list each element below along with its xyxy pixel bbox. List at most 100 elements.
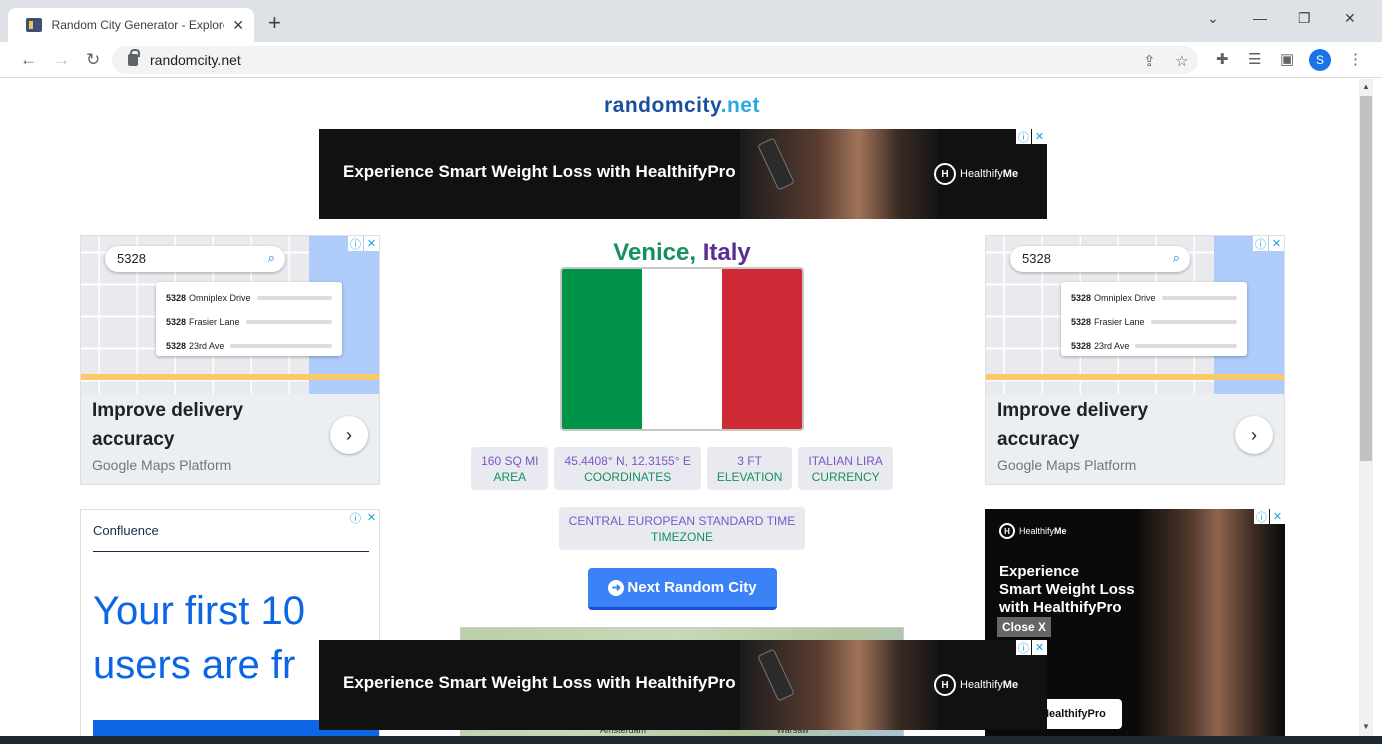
healthifyme-logo: H Healthify Me (999, 523, 1067, 539)
left-maps-ad[interactable]: 5328 ⌕ 5328 Omniplex Drive 5328 Frasier La… (80, 235, 380, 485)
share-icon[interactable]: ⇪ (1143, 52, 1156, 70)
right-maps-ad[interactable]: 5328 ⌕ 5328 Omniplex Drive 5328 Frasier La… (985, 235, 1285, 485)
ad-next-arrow-icon[interactable]: › (1235, 416, 1273, 454)
brand-prefix: Healthify (960, 168, 1003, 180)
ad-info-icon[interactable]: ⓘ (348, 510, 363, 525)
address-bar[interactable]: randomcity.net ⇪ ☆ (112, 46, 1198, 74)
ad-close-icon[interactable]: ✕ (364, 236, 379, 251)
browser-tab[interactable]: Random City Generator - Explore ✕ (8, 8, 254, 42)
suggestion-number: 5328 (166, 341, 187, 351)
stat-label: ELEVATION (716, 470, 783, 484)
list-item: 5328 23rd Ave (1071, 334, 1237, 358)
ad-suggestion-list: 5328 Omniplex Drive 5328 Frasier Lane 5328… (156, 282, 342, 356)
suggestion-number: 5328 (166, 293, 187, 303)
suggestion-street: 23rd Ave (189, 341, 225, 351)
ad-suggestion-list: 5328 Omniplex Drive 5328 Frasier Lane 5328… (1061, 282, 1247, 356)
logo-text-tld: .net (720, 94, 760, 117)
suggestion-street: Omniplex Drive (1094, 293, 1156, 303)
timezone-row: CENTRAL EUROPEAN STANDARD TIME TIMEZONE (460, 507, 904, 550)
os-taskbar (0, 736, 1382, 744)
minimize-button[interactable]: — (1253, 10, 1267, 26)
healthify-ad-line2: Smart Weight Loss (999, 581, 1135, 598)
ad-choices[interactable]: ⓘ ✕ (1015, 129, 1047, 144)
profile-avatar[interactable]: S (1309, 49, 1331, 71)
stat-label: CURRENCY (811, 470, 880, 484)
suggestion-number: 5328 (1071, 317, 1092, 327)
ad-choices[interactable]: ⓘ ✕ (1015, 640, 1047, 655)
healthifyme-logo-icon: H (999, 523, 1015, 539)
brand-suffix: Me (1054, 526, 1067, 536)
ad-search-value: 5328 (1022, 251, 1051, 266)
healthify-ad-line1: Experience (999, 563, 1080, 580)
ad-info-icon[interactable]: ⓘ (1016, 129, 1031, 144)
ad-search-input: 5328 ⌕ (105, 246, 285, 272)
close-window-button[interactable]: ✕ (1344, 10, 1356, 27)
city-stats: 160 SQ MI AREA 45.4408° N, 12.3155° E CO… (460, 447, 904, 490)
lock-icon[interactable] (128, 49, 140, 66)
next-random-city-button[interactable]: ➜ Next Random City (588, 568, 777, 610)
brand-suffix: Me (1002, 168, 1019, 180)
city-title: Venice, Italy (460, 239, 904, 267)
top-banner-ad[interactable]: Experience Smart Weight Loss with Health… (319, 129, 1047, 219)
maximize-button[interactable]: ❐ (1298, 10, 1311, 27)
stat-label: TIMEZONE (650, 530, 713, 544)
ad-headline-line2: accuracy (92, 429, 175, 450)
stat-value: 45.4408° N, 12.3155° E (564, 454, 691, 468)
ad-info-icon[interactable]: ⓘ (1016, 640, 1031, 655)
stat-label: AREA (493, 470, 527, 484)
site-logo[interactable]: randomcity.net (0, 94, 1364, 118)
ad-close-icon[interactable]: ✕ (1270, 509, 1285, 524)
ad-headline: Improve delivery accuracy (92, 396, 243, 454)
banner-ad-text: Experience Smart Weight Loss with Health… (343, 673, 736, 692)
confluence-headline-line1: Your first 10 (93, 589, 305, 633)
healthify-ad-line3: with HealthifyPro (999, 599, 1122, 616)
url-text: randomcity.net (150, 52, 241, 68)
bookmark-star-icon[interactable]: ☆ (1175, 52, 1188, 70)
extensions-puzzle-icon[interactable]: ✚ (1216, 50, 1229, 68)
ad-choices[interactable]: ⓘ ✕ (1252, 236, 1284, 251)
ad-advertiser: Google Maps Platform (92, 457, 232, 473)
new-tab-button[interactable]: + (268, 12, 281, 34)
search-icon: ⌕ (267, 250, 275, 265)
ad-choices[interactable]: ⓘ ✕ (1253, 509, 1285, 524)
ad-search-value: 5328 (117, 251, 146, 266)
confluence-brand: Confluence (93, 523, 159, 538)
ad-info-icon[interactable]: ⓘ (1254, 509, 1269, 524)
sticky-bottom-banner-ad[interactable]: Experience Smart Weight Loss with Health… (319, 640, 1047, 730)
list-item: 5328 Omniplex Drive (166, 286, 332, 310)
map-road (81, 374, 379, 380)
ad-headline: Improve delivery accuracy (997, 396, 1148, 454)
ad-choices[interactable]: ⓘ ✕ (347, 510, 379, 525)
healthifyme-logo-icon: H (934, 163, 956, 185)
scroll-down-arrow-icon[interactable]: ▼ (1362, 722, 1370, 731)
ad-info-icon[interactable]: ⓘ (1253, 236, 1268, 251)
ad-close-icon[interactable]: ✕ (364, 510, 379, 525)
reload-icon[interactable]: ↻ (86, 50, 100, 70)
scrollbar-thumb[interactable] (1360, 96, 1372, 461)
side-panel-icon[interactable]: ▣ (1280, 50, 1294, 68)
logo-text-main: randomcity (604, 94, 721, 117)
ad-next-arrow-icon[interactable]: › (330, 416, 368, 454)
scroll-up-arrow-icon[interactable]: ▲ (1362, 82, 1370, 91)
stat-area: 160 SQ MI AREA (471, 447, 549, 490)
menu-kebab-icon[interactable]: ⋮ (1348, 50, 1363, 68)
stat-label: COORDINATES (584, 470, 672, 484)
tab-strip: Random City Generator - Explore ✕ + ⌄ — … (0, 0, 1382, 42)
brand-prefix: Healthify (960, 679, 1003, 691)
tab-search-icon[interactable]: ⌄ (1207, 10, 1219, 27)
ad-choices[interactable]: ⓘ ✕ (347, 236, 379, 251)
next-button-label: Next Random City (627, 579, 757, 596)
close-ad-button[interactable]: Close X (997, 617, 1052, 637)
forward-arrow-icon[interactable]: → (53, 50, 70, 70)
ad-info-icon[interactable]: ⓘ (348, 236, 363, 251)
tab-close-icon[interactable]: ✕ (232, 17, 244, 34)
reading-list-icon[interactable]: ☰ (1248, 50, 1261, 68)
ad-advertiser: Google Maps Platform (997, 457, 1137, 473)
ad-close-icon[interactable]: ✕ (1032, 129, 1047, 144)
ad-close-icon[interactable]: ✕ (1269, 236, 1284, 251)
ad-headline-line1: Improve delivery (997, 400, 1149, 421)
back-arrow-icon[interactable]: ← (20, 50, 37, 70)
ad-close-icon[interactable]: ✕ (1032, 640, 1047, 655)
brand-suffix: Me (1002, 679, 1019, 691)
page-scrollbar[interactable]: ▲ ▼ (1359, 79, 1373, 737)
